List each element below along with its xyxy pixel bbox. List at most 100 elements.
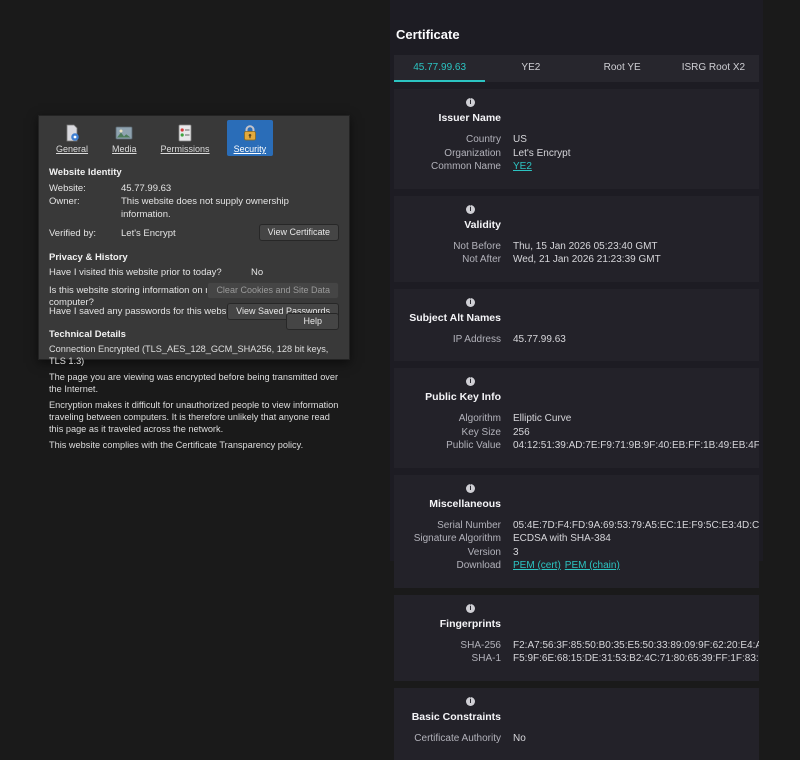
- field-label: Certificate Authority: [394, 732, 501, 746]
- section-rows: Serial Number 05:4E:7D:F4:FD:9A:69:53:79…: [394, 519, 759, 573]
- field-value: US: [513, 133, 759, 147]
- tab-security[interactable]: Security: [227, 120, 274, 156]
- website-label: Website:: [49, 182, 121, 195]
- section-rows: Algorithm Elliptic Curve Key Size 256 Pu…: [394, 412, 759, 453]
- field-label: Version: [394, 546, 501, 560]
- tech-line-encryption: Encryption makes it difficult for unauth…: [49, 400, 339, 436]
- visited-answer: No: [251, 267, 263, 279]
- certificate-field-row: Algorithm Elliptic Curve: [394, 412, 759, 426]
- tab-permissions[interactable]: Permissions: [154, 120, 217, 156]
- section-header: i Basic Constraints: [394, 697, 501, 725]
- certificate-section: i Validity Not Before Thu, 15 Jan 2026 0…: [394, 196, 759, 282]
- certificate-chain-tab[interactable]: 45.77.99.63: [394, 55, 485, 82]
- field-value: F5:9F:6E:68:15:DE:31:53:B2:4C:71:80:65:3…: [513, 652, 759, 666]
- section-title: Subject Alt Names: [409, 312, 501, 324]
- certificate-section: i Issuer Name Country US Organization Le…: [394, 89, 759, 189]
- tab-permissions-label: Permissions: [161, 144, 210, 154]
- tech-line-encrypted: The page you are viewing was encrypted b…: [49, 372, 339, 396]
- certificate-chain-tab[interactable]: Root YE: [577, 55, 668, 82]
- section-rows: IP Address 45.77.99.63: [394, 333, 759, 347]
- field-value: 45.77.99.63: [513, 333, 759, 347]
- info-icon[interactable]: i: [466, 205, 475, 214]
- document-icon: [62, 123, 82, 143]
- certificate-section: i Fingerprints SHA-256 F2:A7:56:3F:85:50…: [394, 595, 759, 681]
- certificate-panel: Certificate 45.77.99.63YE2Root YEISRG Ro…: [390, 0, 763, 561]
- certificate-section: i Basic Constraints Certificate Authorit…: [394, 688, 759, 760]
- section-rows: Country US Organization Let's Encrypt Co…: [394, 133, 759, 174]
- tab-general[interactable]: General: [49, 120, 95, 156]
- field-value: YE2: [513, 160, 759, 174]
- field-label: Download: [394, 559, 501, 573]
- page-info-tabbar: General Media Permissions Security: [49, 116, 339, 158]
- certificate-field-row: SHA-256 F2:A7:56:3F:85:50:B0:35:E5:50:33…: [394, 639, 759, 653]
- certificate-field-row: Not After Wed, 21 Jan 2026 21:23:39 GMT: [394, 253, 759, 267]
- media-icon: [114, 123, 134, 143]
- visited-row: Have I visited this website prior to tod…: [49, 267, 339, 279]
- tab-security-label: Security: [234, 144, 267, 154]
- technical-details-title: Technical Details: [49, 329, 339, 340]
- section-title: Fingerprints: [440, 618, 501, 630]
- section-rows: Certificate Authority No: [394, 732, 759, 746]
- website-row: Website: 45.77.99.63: [49, 182, 339, 195]
- owner-row: Owner: This website does not supply owne…: [49, 195, 339, 221]
- field-label: Country: [394, 133, 501, 147]
- field-value: PEM (cert) PEM (chain): [513, 559, 759, 573]
- field-label: Public Value: [394, 439, 501, 453]
- info-icon[interactable]: i: [466, 697, 475, 706]
- certificate-field-row: Version 3: [394, 546, 759, 560]
- info-icon[interactable]: i: [466, 298, 475, 307]
- section-header: i Public Key Info: [394, 377, 501, 405]
- clear-cookies-button[interactable]: Clear Cookies and Site Data: [207, 282, 339, 299]
- privacy-history-title: Privacy & History: [49, 252, 339, 263]
- section-title: Public Key Info: [425, 391, 501, 403]
- section-rows: Not Before Thu, 15 Jan 2026 05:23:40 GMT…: [394, 240, 759, 267]
- certificate-field-row: Country US: [394, 133, 759, 147]
- field-value: 05:4E:7D:F4:FD:9A:69:53:79:A5:EC:1E:F9:5…: [513, 519, 759, 533]
- field-value: Thu, 15 Jan 2026 05:23:40 GMT: [513, 240, 759, 254]
- view-certificate-button[interactable]: View Certificate: [259, 224, 339, 241]
- issuer-common-name-link[interactable]: YE2: [513, 161, 532, 172]
- info-icon[interactable]: i: [466, 604, 475, 613]
- field-value: ECDSA with SHA-384: [513, 532, 759, 546]
- tab-media[interactable]: Media: [105, 120, 144, 156]
- section-title: Validity: [464, 219, 501, 231]
- section-title: Issuer Name: [439, 112, 501, 124]
- section-header: i Miscellaneous: [394, 484, 501, 512]
- field-label: Signature Algorithm: [394, 532, 501, 546]
- tech-line-transparency: This website complies with the Certifica…: [49, 440, 339, 452]
- visited-question: Have I visited this website prior to tod…: [49, 267, 222, 279]
- website-identity-title: Website Identity: [49, 167, 339, 178]
- certificate-field-row: Certificate Authority No: [394, 732, 759, 746]
- info-icon[interactable]: i: [466, 98, 475, 107]
- section-title: Basic Constraints: [412, 711, 501, 723]
- field-label: Organization: [394, 147, 501, 161]
- field-value: 3: [513, 546, 759, 560]
- field-label: IP Address: [394, 333, 501, 347]
- tab-general-label: General: [56, 144, 88, 154]
- certificate-field-row: Public Value 04:12:51:39:AD:7E:F9:71:9B:…: [394, 439, 759, 453]
- cookies-row: Is this website storing information on m…: [49, 285, 339, 297]
- certificate-chain-tab[interactable]: YE2: [485, 55, 576, 82]
- section-header: i Subject Alt Names: [394, 298, 501, 326]
- certificate-field-row: Key Size 256: [394, 426, 759, 440]
- field-label: Key Size: [394, 426, 501, 440]
- verified-row: Verified by: Let's Encrypt View Certific…: [49, 227, 339, 240]
- download-pem-link[interactable]: PEM (cert): [513, 560, 561, 571]
- field-value: 04:12:51:39:AD:7E:F9:71:9B:9F:40:EB:FF:1…: [513, 439, 759, 453]
- help-button[interactable]: Help: [286, 313, 339, 330]
- field-value: Let's Encrypt: [513, 147, 759, 161]
- certificate-chain-tab[interactable]: ISRG Root X2: [668, 55, 759, 82]
- section-header: i Issuer Name: [394, 98, 501, 126]
- certificate-field-row: SHA-1 F5:9F:6E:68:15:DE:31:53:B2:4C:71:8…: [394, 652, 759, 666]
- website-value: 45.77.99.63: [121, 182, 339, 195]
- lock-icon: [240, 123, 260, 143]
- certificate-field-row: IP Address 45.77.99.63: [394, 333, 759, 347]
- page-info-dialog: General Media Permissions Security Websi…: [38, 115, 350, 360]
- info-icon[interactable]: i: [466, 484, 475, 493]
- download-pem-link[interactable]: PEM (chain): [565, 560, 620, 571]
- field-label: Algorithm: [394, 412, 501, 426]
- field-label: Common Name: [394, 160, 501, 174]
- certificate-field-row: Organization Let's Encrypt: [394, 147, 759, 161]
- info-icon[interactable]: i: [466, 377, 475, 386]
- certificate-section: i Miscellaneous Serial Number 05:4E:7D:F…: [394, 475, 759, 588]
